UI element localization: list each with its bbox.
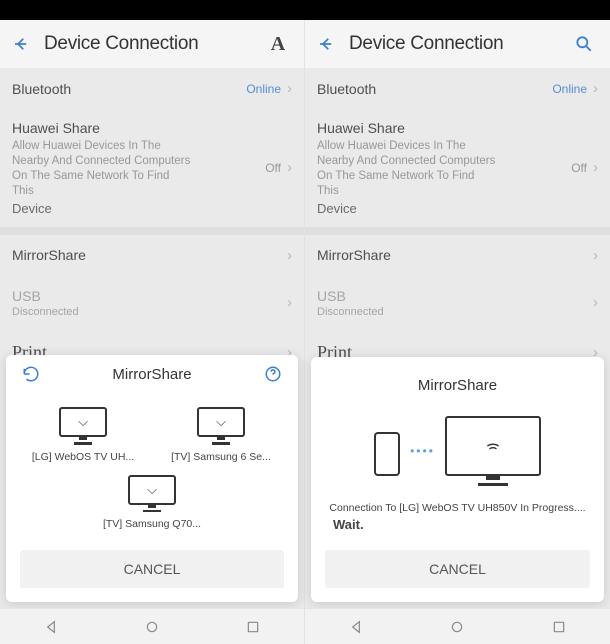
usb-label: USB xyxy=(12,288,79,304)
chevron-right-icon: › xyxy=(287,294,292,311)
search-button[interactable] xyxy=(570,34,598,54)
bluetooth-item[interactable]: Bluetooth Online › xyxy=(0,68,304,109)
section-divider xyxy=(0,227,304,235)
navigation-bar xyxy=(305,608,610,644)
app-header: Device Connection A xyxy=(0,20,304,68)
chevron-right-icon: › xyxy=(593,159,598,176)
sheet-title: MirrorShare xyxy=(418,377,497,394)
nav-home-button[interactable] xyxy=(407,619,508,635)
mirrorshare-device-sheet: MirrorShare ⌵ [LG] WebOS TV UH... ⌵ [TV]… xyxy=(6,355,298,602)
section-divider xyxy=(305,227,610,235)
chevron-right-icon: › xyxy=(593,247,598,264)
huawei-device: Device xyxy=(317,201,497,216)
device-option[interactable]: ⌵ [TV] Samsung Q70... xyxy=(86,469,218,537)
bluetooth-status: Online xyxy=(552,82,587,96)
chevron-right-icon: › xyxy=(593,294,598,311)
monitor-icon: ⌵ xyxy=(128,475,176,505)
device-label: [TV] Samsung 6 Se... xyxy=(171,451,271,463)
sheet-title: MirrorShare xyxy=(42,366,262,383)
device-label: [LG] WebOS TV UH... xyxy=(32,451,134,463)
nav-back-icon xyxy=(43,619,59,635)
huawei-share-item[interactable]: Huawei Share Allow Huawei Devices In The… xyxy=(305,109,610,227)
usb-item[interactable]: USB Disconnected › xyxy=(305,276,610,330)
nav-home-icon xyxy=(449,619,465,635)
huawei-share-item[interactable]: Huawei Share Allow Huawei Devices In The… xyxy=(0,109,304,227)
connecting-status: Connection To [LG] WebOS TV UH850V In Pr… xyxy=(329,502,585,516)
device-option[interactable]: ⌵ [LG] WebOS TV UH... xyxy=(17,401,149,469)
chevron-right-icon: › xyxy=(287,80,292,97)
usb-item[interactable]: USB Disconnected › xyxy=(0,276,304,330)
nav-recent-icon xyxy=(551,619,567,635)
bluetooth-status: Online xyxy=(246,82,281,96)
chevron-right-icon: › xyxy=(287,247,292,264)
wait-text: Wait. xyxy=(327,517,588,532)
navigation-bar xyxy=(0,608,304,644)
mirrorshare-connecting-sheet: MirrorShare •••• Connection To [LG] WebO… xyxy=(311,357,604,602)
search-icon xyxy=(574,34,594,54)
refresh-button[interactable] xyxy=(20,365,42,383)
cancel-button[interactable]: CANCEL xyxy=(20,550,284,588)
text-size-icon: A xyxy=(271,33,285,56)
connecting-dots-icon: •••• xyxy=(410,444,435,458)
chevron-right-icon: › xyxy=(287,159,292,176)
back-arrow-icon xyxy=(317,35,335,53)
nav-back-button[interactable] xyxy=(1,619,101,635)
usb-sub: Disconnected xyxy=(12,306,79,318)
back-button[interactable] xyxy=(12,35,38,53)
huawei-device: Device xyxy=(12,201,192,216)
bluetooth-label: Bluetooth xyxy=(317,81,376,97)
status-bar xyxy=(0,0,610,20)
nav-recent-icon xyxy=(245,619,261,635)
bluetooth-label: Bluetooth xyxy=(12,81,71,97)
mirrorshare-item[interactable]: MirrorShare › xyxy=(305,235,610,276)
tv-icon xyxy=(445,416,541,476)
usb-sub: Disconnected xyxy=(317,306,384,318)
mirrorshare-label: MirrorShare xyxy=(12,247,86,263)
screen-right: Device Connection Bluetooth Online › Hua… xyxy=(305,20,610,644)
huawei-title: Huawei Share xyxy=(12,120,192,136)
mirrorshare-item[interactable]: MirrorShare › xyxy=(0,235,304,276)
header-action[interactable]: A xyxy=(264,33,292,56)
back-arrow-icon xyxy=(12,35,30,53)
refresh-icon xyxy=(22,365,40,383)
back-button[interactable] xyxy=(317,35,343,53)
device-label: [TV] Samsung Q70... xyxy=(103,518,201,530)
huawei-title: Huawei Share xyxy=(317,120,497,136)
screen-left: Device Connection A Bluetooth Online › H… xyxy=(0,20,305,644)
monitor-icon: ⌵ xyxy=(197,407,245,437)
settings-list: Bluetooth Online › Huawei Share Allow Hu… xyxy=(305,68,610,375)
huawei-desc: Allow Huawei Devices In The Nearby And C… xyxy=(12,139,192,199)
app-header: Device Connection xyxy=(305,20,610,68)
nav-recent-button[interactable] xyxy=(203,619,303,635)
monitor-icon: ⌵ xyxy=(59,407,107,437)
help-icon xyxy=(264,365,282,383)
usb-label: USB xyxy=(317,288,384,304)
sheet-header: MirrorShare xyxy=(6,355,298,393)
bluetooth-item[interactable]: Bluetooth Online › xyxy=(305,68,610,109)
device-option[interactable]: ⌵ [TV] Samsung 6 Se... xyxy=(155,401,287,469)
page-title: Device Connection xyxy=(44,33,264,55)
mirrorshare-label: MirrorShare xyxy=(317,247,391,263)
settings-list: Bluetooth Online › Huawei Share Allow Hu… xyxy=(0,68,304,375)
help-button[interactable] xyxy=(262,365,284,383)
phone-icon xyxy=(374,432,400,476)
huawei-status: Off xyxy=(265,161,281,175)
cancel-button[interactable]: CANCEL xyxy=(325,550,590,588)
huawei-status: Off xyxy=(571,161,587,175)
huawei-desc: Allow Huawei Devices In The Nearby And C… xyxy=(317,139,497,199)
pairing-graphic: •••• xyxy=(374,416,541,486)
chevron-right-icon: › xyxy=(593,80,598,97)
device-grid: ⌵ [LG] WebOS TV UH... ⌵ [TV] Samsung 6 S… xyxy=(6,393,298,540)
nav-recent-button[interactable] xyxy=(509,619,610,635)
nav-back-button[interactable] xyxy=(306,619,407,635)
nav-home-button[interactable] xyxy=(102,619,202,635)
nav-back-icon xyxy=(348,619,364,635)
nav-home-icon xyxy=(144,619,160,635)
wifi-icon xyxy=(484,439,502,453)
page-title: Device Connection xyxy=(349,33,570,55)
